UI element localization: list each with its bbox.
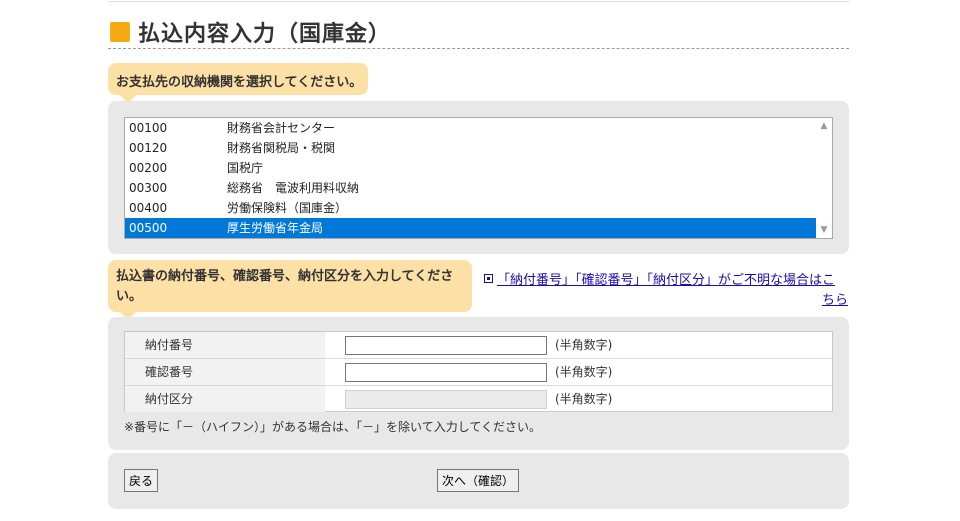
- list-option[interactable]: 00400 労働保険料（国庫金）: [125, 198, 817, 218]
- option-code: 00300: [129, 181, 168, 195]
- field-hint: (半角数字): [555, 365, 613, 379]
- next-confirm-button[interactable]: 次へ（確認）: [437, 469, 519, 492]
- option-name: 厚生労働省年金局: [227, 221, 324, 235]
- external-link-icon: [484, 274, 493, 283]
- option-name: 総務省 電波利用料収納: [227, 181, 360, 195]
- field-label-confirmation-number: 確認番号: [145, 365, 194, 379]
- scroll-up-icon[interactable]: ▲: [816, 118, 832, 134]
- list-option-selected[interactable]: 00500 厚生労働省年金局: [125, 218, 817, 238]
- form-row: 納付番号 (半角数字): [125, 332, 832, 359]
- list-option[interactable]: 00200 国税庁: [125, 158, 817, 178]
- help-link-text-line1[interactable]: 「納付番号」「確認番号」「納付区分」がご不明な場合はこ: [497, 273, 835, 288]
- option-name: 労働保険料（国庫金）: [227, 201, 348, 215]
- list-option[interactable]: 00100 財務省会計センター: [125, 118, 817, 138]
- payment-category-input: [345, 390, 547, 409]
- scroll-down-icon[interactable]: ▼: [816, 222, 832, 238]
- list-option[interactable]: 00120 財務省関税局・税関: [125, 138, 817, 158]
- option-code: 00200: [129, 161, 168, 175]
- top-divider: [108, 1, 849, 2]
- number-form-table: 納付番号 (半角数字) 確認番号 (半角数字) 納付区分 (半角数字): [124, 331, 833, 412]
- institution-listbox[interactable]: 00100 財務省会計センター 00120 財務省関税局・税関 00200 国税…: [124, 117, 833, 239]
- option-code: 00500: [129, 221, 168, 235]
- field-label-payment-number: 納付番号: [145, 338, 194, 352]
- page-title: 払込内容入力（国庫金）: [138, 22, 392, 47]
- option-name: 財務省会計センター: [227, 121, 336, 135]
- list-option[interactable]: 00300 総務省 電波利用料収納: [125, 178, 817, 198]
- listbox-scrollbar[interactable]: ▲ ▼: [816, 118, 832, 238]
- form-row: 納付区分 (半角数字): [125, 386, 832, 412]
- form-row: 確認番号 (半角数字): [125, 359, 832, 386]
- field-hint: (半角数字): [555, 338, 613, 352]
- help-link-text-line2[interactable]: ちら: [822, 293, 848, 308]
- back-button[interactable]: 戻る: [124, 469, 158, 492]
- option-name: 国税庁: [227, 161, 264, 175]
- option-code: 00120: [129, 141, 168, 155]
- field-label-payment-category: 納付区分: [145, 392, 194, 406]
- instruction-enter-numbers: 払込書の納付番号、確認番号、納付区分を入力してください。: [108, 260, 472, 320]
- page-header: 払込内容入力（国庫金）: [108, 14, 849, 49]
- field-hint: (半角数字): [555, 392, 613, 406]
- option-name: 財務省関税局・税関: [227, 141, 336, 155]
- title-marker-icon: [110, 22, 130, 42]
- hyphen-note: ※番号に「－（ハイフン）」がある場合は、「－」を除いて入力してください。: [124, 420, 541, 434]
- confirmation-number-input[interactable]: [345, 363, 547, 382]
- option-code: 00100: [129, 121, 168, 135]
- payment-number-input[interactable]: [345, 336, 547, 355]
- help-link[interactable]: 「納付番号」「確認番号」「納付区分」がご不明な場合はこ ちら: [484, 271, 850, 311]
- option-code: 00400: [129, 201, 168, 215]
- instruction-select-institution: お支払先の収納機関を選択してください。: [108, 63, 368, 103]
